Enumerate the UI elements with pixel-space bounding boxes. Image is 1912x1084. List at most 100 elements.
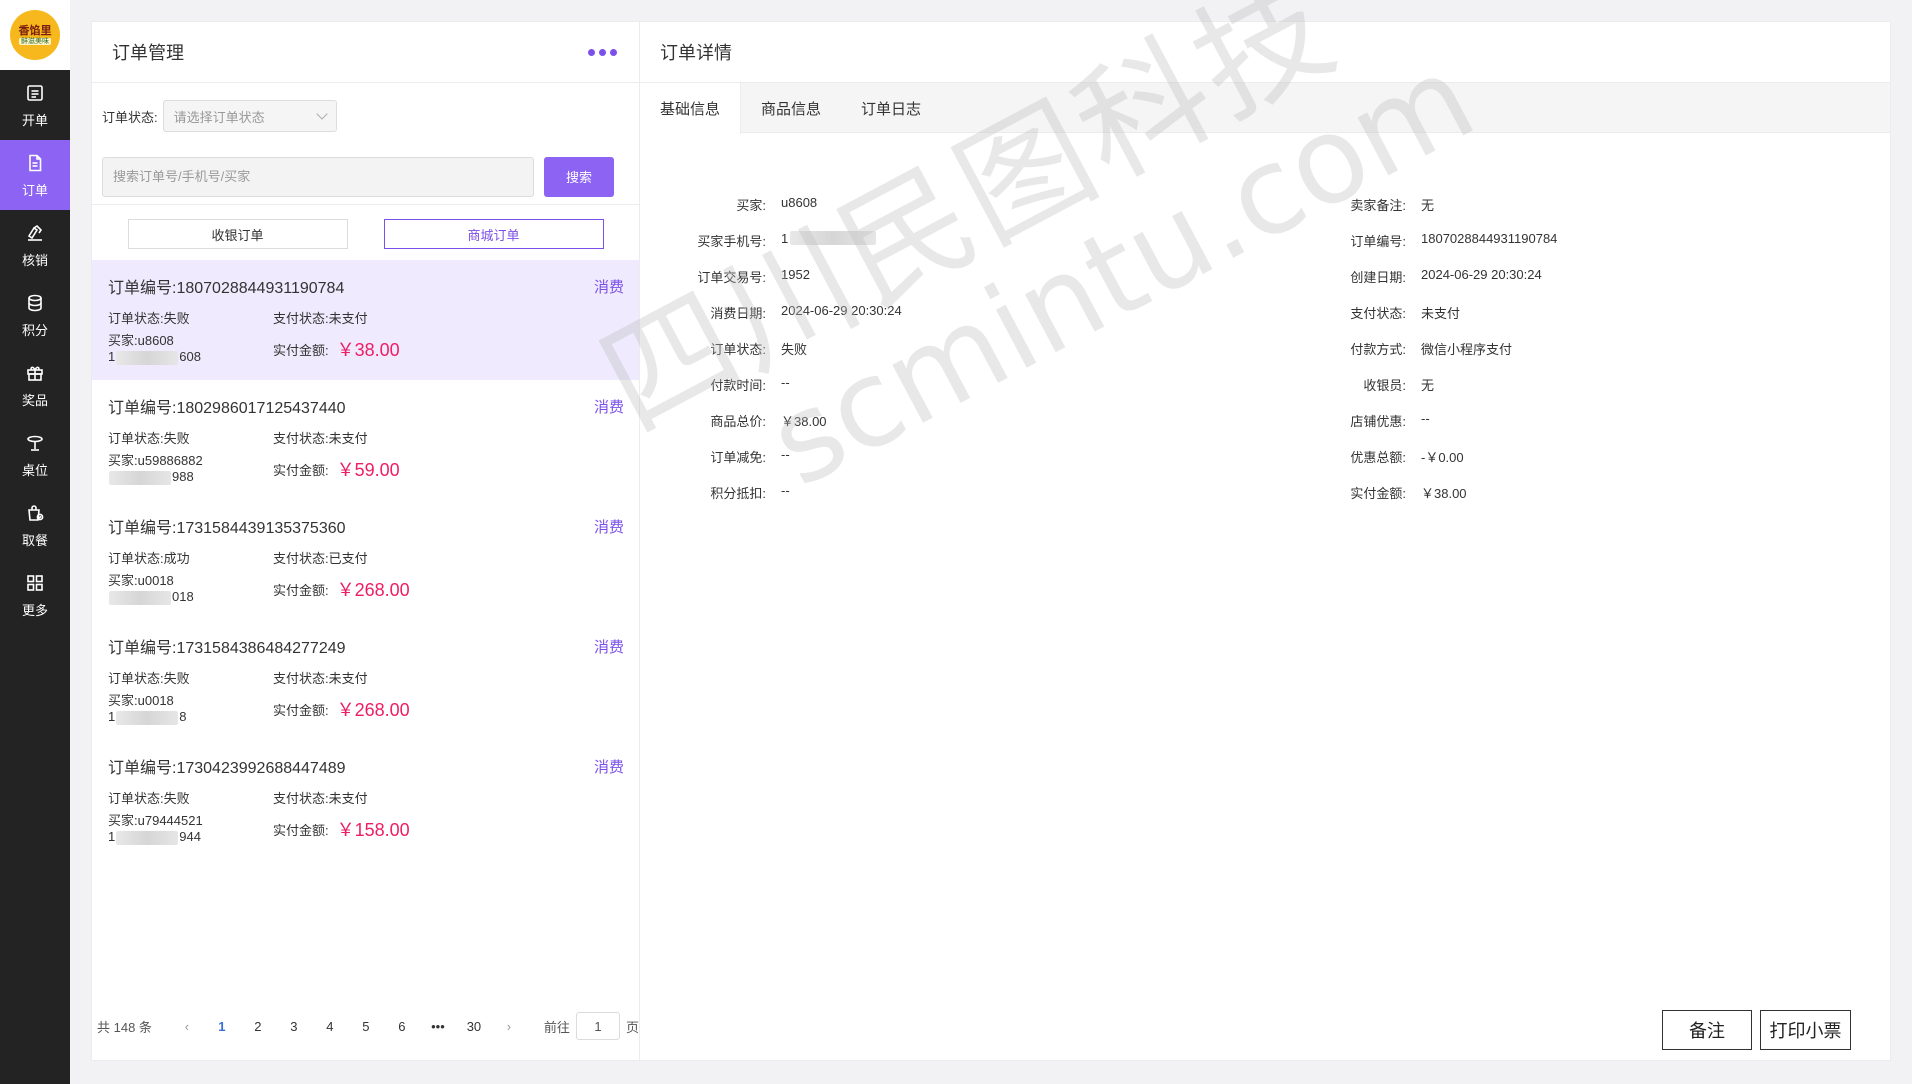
order-type-tag[interactable]: 消费 (594, 276, 624, 297)
paid-amount: 实付金额: ￥158.00 (273, 813, 624, 845)
sidebar-item-verify[interactable]: 核销 (0, 210, 70, 280)
tab-basic-info[interactable]: 基础信息 (640, 83, 742, 134)
detail-row-pay-status: 支付状态: 未支付 (1350, 306, 1461, 321)
order-status: 订单状态:成功 (108, 551, 190, 566)
status-filter-label: 订单状态: (102, 109, 158, 125)
more-grid-icon (24, 572, 46, 594)
tab-order-log[interactable]: 订单日志 (841, 83, 941, 133)
detail-row-order-status: 订单状态: 失败 (710, 342, 808, 357)
buyer-name: u0018 (137, 573, 174, 588)
order-list-item[interactable]: 订单编号:1731584439135375360 消费 订单状态:成功 支付状态… (92, 500, 639, 620)
search-input[interactable] (102, 156, 534, 197)
next-page-button[interactable]: › (498, 1019, 520, 1034)
payment-status: 支付状态:未支付 (273, 671, 368, 686)
detail-fields-right: 卖家备注: 无 订单编号: 1807028844931190784 创建日期: 202… (1300, 195, 1860, 519)
payment-status: 支付状态:未支付 (273, 431, 368, 446)
sidebar: 香馅里 鲜滋美味 开单 订单 核销 积分 奖品 桌位 取餐 更多 (0, 0, 70, 1084)
order-number: 订单编号:1731584439135375360 (108, 520, 346, 537)
sidebar-item-more[interactable]: 更多 (0, 560, 70, 630)
status-filter-row: 订单状态: 请选择订单状态 (92, 83, 639, 149)
dot-icon (599, 48, 606, 56)
amount-value: ￥158.00 (336, 820, 410, 840)
order-type-tag[interactable]: 消费 (594, 516, 624, 537)
search-row: 搜索 (92, 149, 639, 205)
paid-amount: 实付金额: ￥59.00 (273, 453, 624, 485)
order-detail-panel: 订单详情 基础信息 商品信息 订单日志 买家: u8608 买家手机号: 1 订单交… (640, 21, 1891, 1061)
sidebar-item-label: 取餐 (21, 532, 48, 548)
page-number-button[interactable]: 1 (204, 1019, 240, 1034)
phone-mask (116, 350, 179, 365)
page-number-button[interactable]: 5 (348, 1019, 384, 1034)
logo-subtext: 鲜滋美味 (19, 37, 51, 46)
sidebar-item-tables[interactable]: 桌位 (0, 420, 70, 490)
order-list-item[interactable]: 订单编号:1730423992688447489 消费 订单状态:失败 支付状态… (92, 740, 639, 860)
detail-row-order-no: 订单编号: 1807028844931190784 (1350, 231, 1558, 249)
app-root: 香馅里 鲜滋美味 开单 订单 核销 积分 奖品 桌位 取餐 更多 订单管理 订单… (0, 0, 1912, 1084)
remark-button[interactable]: 备注 (1662, 1010, 1752, 1050)
cashier-orders-button[interactable]: 收银订单 (127, 219, 348, 249)
payment-status: 支付状态:未支付 (273, 311, 368, 326)
chevron-down-icon (315, 108, 328, 120)
pickup-icon (24, 502, 46, 524)
page-number-button[interactable]: 30 (456, 1019, 492, 1034)
paid-amount: 实付金额: ￥268.00 (273, 693, 624, 725)
verify-icon (24, 222, 46, 244)
page-ellipsis-button[interactable]: ••• (420, 1019, 456, 1034)
buyer-phone: 18 (108, 709, 187, 725)
page-number-button[interactable]: 6 (384, 1019, 420, 1034)
sidebar-item-orders[interactable]: 订单 (0, 140, 70, 210)
phone-mask (109, 470, 171, 485)
order-number: 订单编号:1802986017125437440 (108, 400, 346, 417)
payment-status: 支付状态:未支付 (273, 791, 368, 806)
detail-row-create-date: 创建日期: 2024-06-29 20:30:24 (1350, 267, 1542, 285)
order-doc-icon (24, 152, 46, 174)
sidebar-item-label: 桌位 (21, 462, 48, 478)
order-list-item[interactable]: 订单编号:1731584386484277249 消费 订单状态:失败 支付状态… (92, 620, 639, 740)
sidebar-item-prizes[interactable]: 奖品 (0, 350, 70, 420)
buyer-name: u8608 (137, 333, 174, 348)
order-status-select[interactable]: 请选择订单状态 (162, 100, 337, 132)
order-type-tag[interactable]: 消费 (594, 756, 624, 777)
search-button[interactable]: 搜索 (544, 156, 614, 197)
sidebar-item-pickup[interactable]: 取餐 (0, 490, 70, 560)
page-jump-suffix: 页 (625, 1019, 639, 1035)
detail-row-discount-total: 优惠总额: -￥0.00 (1350, 450, 1464, 465)
prev-page-button[interactable]: ‹ (176, 1019, 198, 1034)
tab-product-info[interactable]: 商品信息 (741, 83, 841, 133)
print-receipt-button[interactable]: 打印小票 (1760, 1010, 1851, 1050)
detail-title: 订单详情 (660, 43, 732, 63)
sidebar-item-label: 积分 (21, 322, 48, 338)
order-status: 订单状态:失败 (108, 671, 190, 686)
order-status: 订单状态:失败 (108, 791, 190, 806)
mall-orders-button[interactable]: 商城订单 (383, 219, 604, 249)
page-number-button[interactable]: 4 (312, 1019, 348, 1034)
more-options-button[interactable] (588, 48, 617, 56)
detail-row-consume-date: 消费日期: 2024-06-29 20:30:24 (710, 303, 902, 321)
buyer-phone: 1 608 (108, 349, 201, 365)
order-status: 订单状态:失败 (108, 431, 190, 446)
detail-tabs: 基础信息 商品信息 订单日志 (640, 83, 1890, 134)
sidebar-item-open-order[interactable]: 开单 (0, 70, 70, 140)
page-jump-input[interactable] (575, 1012, 620, 1040)
buyer-info: 买家:u59886882 988 (108, 453, 273, 485)
sidebar-item-points[interactable]: 积分 (0, 280, 70, 350)
gift-icon (24, 362, 46, 384)
detail-row-buyer: 买家: u8608 (736, 195, 818, 213)
sidebar-item-label: 奖品 (21, 392, 48, 408)
order-list-item[interactable]: 订单编号:1802986017125437440 消费 订单状态:失败 支付状态… (92, 380, 639, 500)
detail-body: 买家: u8608 买家手机号: 1 订单交易号: 1952 消费日期: 2024-06… (640, 133, 1890, 501)
sidebar-item-label: 开单 (21, 112, 48, 128)
buyer-info: 买家:u8608 1 608 (108, 333, 273, 365)
sidebar-item-label: 核销 (21, 252, 48, 268)
page-number-button[interactable]: 3 (276, 1019, 312, 1034)
order-type-tag[interactable]: 消费 (594, 636, 624, 657)
order-list-item[interactable]: 订单编号:1807028844931190784 消费 订单状态:失败 支付状态… (92, 260, 639, 380)
brand-logo[interactable]: 香馅里 鲜滋美味 (10, 10, 60, 60)
buyer-phone: 988 (108, 469, 273, 485)
amount-value: ￥59.00 (336, 460, 400, 480)
order-type-tag[interactable]: 消费 (594, 396, 624, 417)
page-number-button[interactable]: 2 (240, 1019, 276, 1034)
phone-mask (109, 590, 171, 605)
buyer-phone: 1 944 (108, 829, 201, 845)
table-icon (24, 432, 46, 454)
